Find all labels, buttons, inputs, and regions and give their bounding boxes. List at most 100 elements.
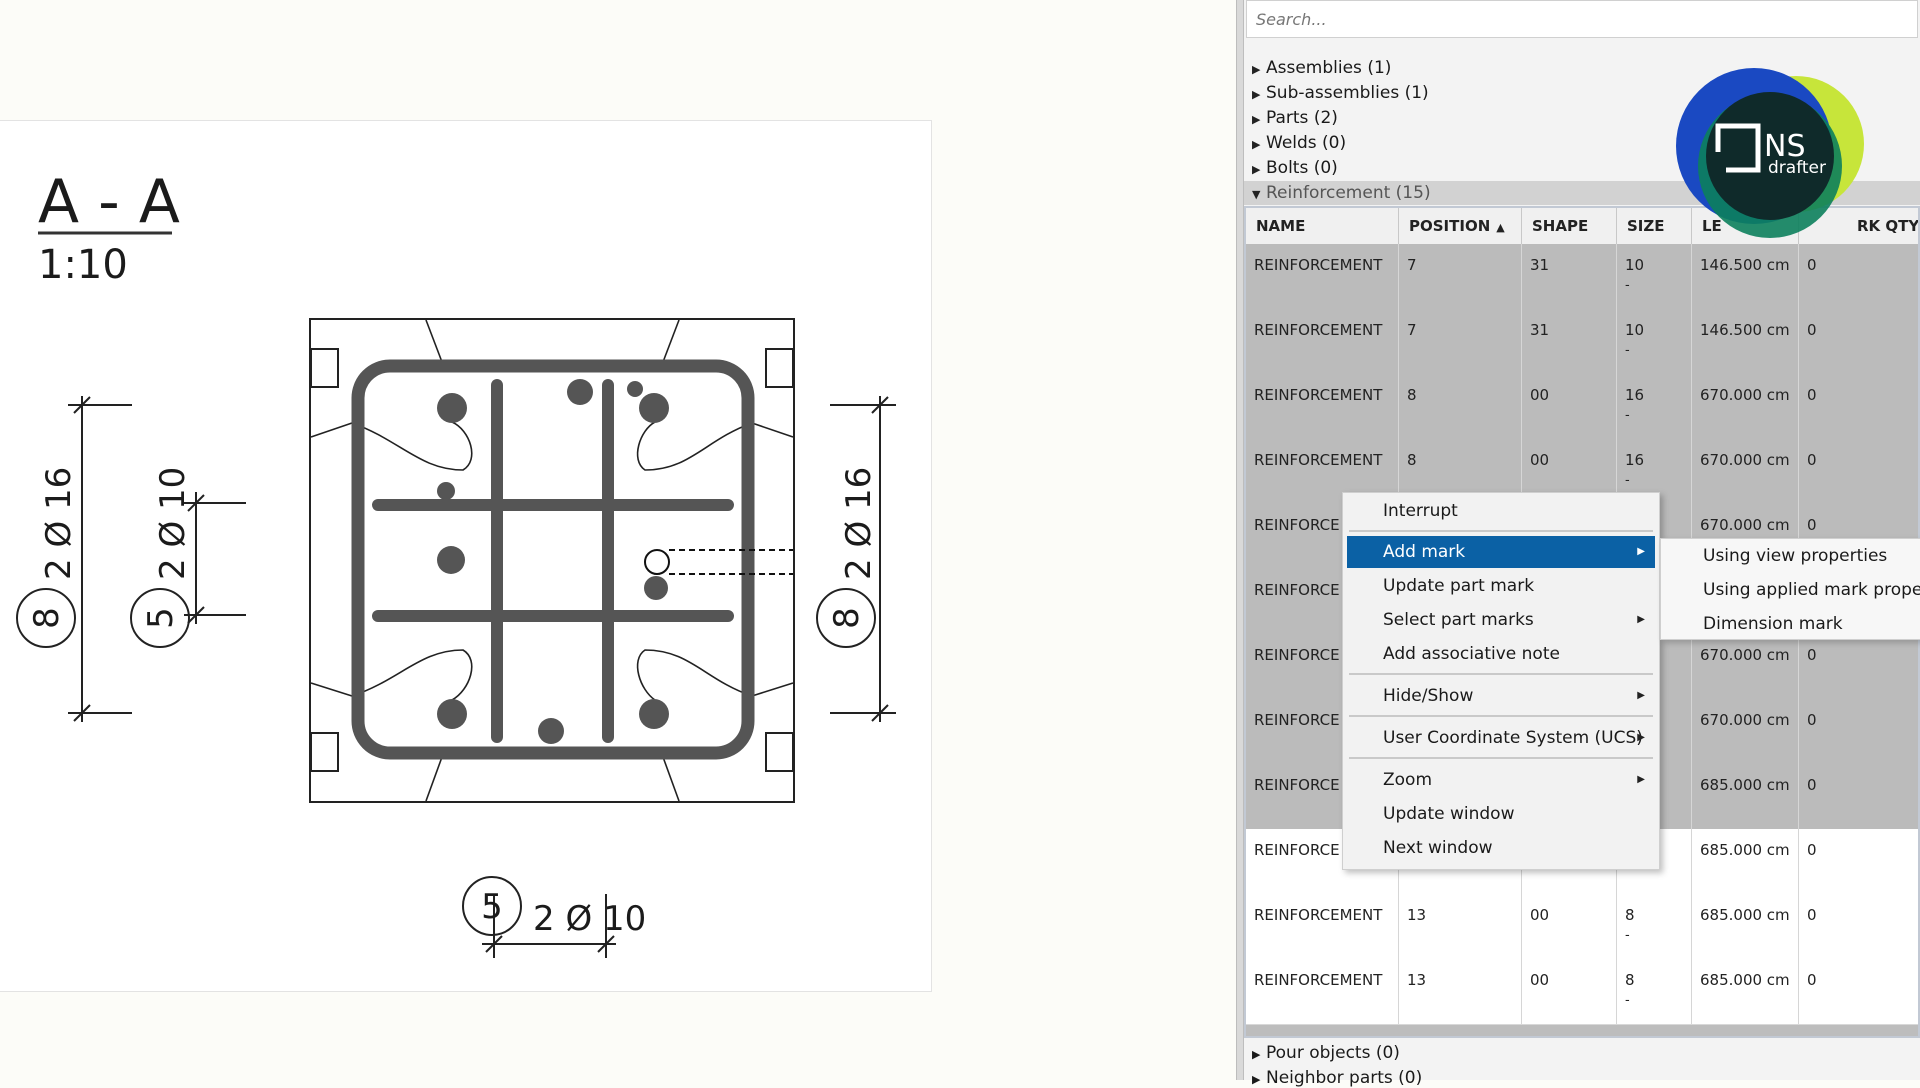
section-scale: 1:10 bbox=[38, 242, 128, 288]
submenu-arrow-icon: ▶ bbox=[1637, 774, 1645, 785]
menu-item-update-window[interactable]: Update window bbox=[1347, 798, 1655, 830]
dim-left-outer-position: 8 bbox=[27, 607, 67, 629]
table-cell-name: REINFORCEMENT bbox=[1246, 894, 1399, 959]
table-cell-length: 670.000 cm bbox=[1692, 699, 1799, 764]
dim-left-inner-text: 2 Ø 10 bbox=[153, 467, 193, 580]
table-cell-shape: 31 bbox=[1522, 244, 1617, 309]
expand-arrow-icon[interactable]: ▶ bbox=[1252, 1048, 1266, 1061]
submenu-arrow-icon: ▶ bbox=[1637, 732, 1645, 743]
collapse-arrow-icon[interactable]: ▼ bbox=[1252, 183, 1266, 207]
selected-rebar[interactable] bbox=[644, 549, 670, 575]
column-header-position[interactable]: POSITION ▲ bbox=[1399, 208, 1522, 244]
table-cell-qty: 0 bbox=[1799, 634, 1918, 699]
table-cell-qty: 0 bbox=[1799, 439, 1918, 504]
table-cell-size: 8- bbox=[1617, 894, 1692, 959]
table-cell-qty: 0 bbox=[1799, 764, 1918, 829]
menu-item-add-associative-note[interactable]: Add associative note bbox=[1347, 638, 1655, 670]
table-row[interactable]: REINFORCEMENT 8 00 16-670.000 cm 0 bbox=[1246, 374, 1918, 440]
column-header-shape[interactable]: SHAPE bbox=[1522, 208, 1617, 244]
table-cell-length: 670.000 cm bbox=[1692, 374, 1799, 439]
menu-item-next-window[interactable]: Next window bbox=[1347, 832, 1655, 864]
table-cell-name: REINFORCEMENT bbox=[1246, 959, 1399, 1024]
dim-left-inner-position: 5 bbox=[141, 607, 181, 629]
expand-arrow-icon[interactable]: ▶ bbox=[1252, 133, 1266, 157]
corner-block-bl bbox=[310, 732, 339, 772]
sort-ascending-icon: ▲ bbox=[1496, 221, 1505, 234]
dim-right-text: 2 Ø 16 bbox=[839, 467, 879, 580]
menu-item-update-part-mark[interactable]: Update part mark bbox=[1347, 570, 1655, 602]
expand-arrow-icon[interactable]: ▶ bbox=[1252, 108, 1266, 132]
table-cell-qty: 0 bbox=[1799, 829, 1918, 894]
corner-block-br bbox=[765, 732, 794, 772]
corner-block-tr bbox=[765, 348, 794, 388]
table-row[interactable]: REINFORCEMENT 7 31 10-146.500 cm 0 bbox=[1246, 309, 1918, 375]
table-cell-qty: 0 bbox=[1799, 959, 1918, 1024]
ns-drafter-logo: NS drafter bbox=[1676, 68, 1864, 238]
dim-bottom-text: 2 Ø 10 bbox=[533, 899, 646, 939]
search-input[interactable]: Search... bbox=[1246, 0, 1918, 38]
table-cell-name: REINFORCEMENT bbox=[1246, 374, 1399, 439]
table-row[interactable]: REINFORCEMENT 13 00 8-685.000 cm 0 bbox=[1246, 894, 1918, 960]
expand-arrow-icon[interactable]: ▶ bbox=[1252, 158, 1266, 182]
table-cell-length: 146.500 cm bbox=[1692, 244, 1799, 309]
tree-item-assemblies[interactable]: ▶ Assemblies (1) bbox=[1252, 56, 1391, 80]
tree-item-sub-assemblies[interactable]: ▶ Sub-assemblies (1) bbox=[1252, 81, 1429, 105]
table-row[interactable]: REINFORCEMENT 7 31 10-146.500 cm 0 bbox=[1246, 244, 1918, 310]
tree-item-parts[interactable]: ▶ Parts (2) bbox=[1252, 106, 1338, 130]
submenu-item-using-applied-mark-properties[interactable]: Using applied mark proper bbox=[1661, 573, 1920, 607]
stirrup bbox=[351, 359, 755, 760]
section-drawing[interactable]: A - A 1:10 2 Ø 16 8 2 Ø 10 5 2 Ø 16 8 5 … bbox=[0, 0, 1236, 1080]
table-cell-shape: 31 bbox=[1522, 309, 1617, 374]
menu-item-add-mark[interactable]: Add mark ▶ bbox=[1347, 536, 1655, 568]
table-row[interactable]: REINFORCEMENT 13 00 8-685.000 cm 0 bbox=[1246, 959, 1918, 1025]
table-cell-qty: 0 bbox=[1799, 374, 1918, 439]
dim-right-position: 8 bbox=[827, 607, 867, 629]
table-cell-size: 8- bbox=[1617, 959, 1692, 1024]
inner-bars bbox=[372, 379, 734, 743]
tree-item-welds[interactable]: ▶ Welds (0) bbox=[1252, 131, 1346, 155]
table-cell-shape: 00 bbox=[1522, 374, 1617, 439]
table-cell-length: 685.000 cm bbox=[1692, 829, 1799, 894]
menu-separator bbox=[1349, 757, 1653, 759]
submenu-item-using-view-properties[interactable]: Using view properties bbox=[1661, 539, 1920, 573]
submenu-arrow-icon: ▶ bbox=[1637, 546, 1645, 557]
table-cell-length: 146.500 cm bbox=[1692, 309, 1799, 374]
expand-arrow-icon[interactable]: ▶ bbox=[1252, 83, 1266, 107]
table-cell-size: 10- bbox=[1617, 244, 1692, 309]
logo-sub: drafter bbox=[1768, 158, 1826, 178]
table-cell-length: 670.000 cm bbox=[1692, 634, 1799, 699]
tree-item-pour-objects[interactable]: ▶ Pour objects (0) bbox=[1252, 1043, 1400, 1063]
tree-item-neighbor-parts[interactable]: ▶ Neighbor parts (0) bbox=[1252, 1068, 1422, 1088]
table-cell-position: 7 bbox=[1399, 309, 1522, 374]
table-cell-length: 670.000 cm bbox=[1692, 439, 1799, 504]
rebar-dots bbox=[437, 379, 669, 744]
table-cell-qty: 0 bbox=[1799, 699, 1918, 764]
menu-item-ucs[interactable]: User Coordinate System (UCS) ▶ bbox=[1347, 722, 1655, 754]
table-cell-name: REINFORCEMENT bbox=[1246, 309, 1399, 374]
menu-item-hide-show[interactable]: Hide/Show ▶ bbox=[1347, 680, 1655, 712]
section-title: A - A bbox=[38, 167, 180, 237]
corner-block-tl bbox=[310, 348, 339, 388]
menu-item-zoom[interactable]: Zoom ▶ bbox=[1347, 764, 1655, 796]
table-cell-shape: 00 bbox=[1522, 959, 1617, 1024]
table-cell-size: 10- bbox=[1617, 309, 1692, 374]
drawing-canvas[interactable]: A - A 1:10 2 Ø 16 8 2 Ø 10 5 2 Ø 16 8 5 … bbox=[0, 0, 1236, 1080]
table-cell-length: 685.000 cm bbox=[1692, 764, 1799, 829]
menu-item-select-part-marks[interactable]: Select part marks ▶ bbox=[1347, 604, 1655, 636]
table-cell-name: REINFORCEMENT bbox=[1246, 244, 1399, 309]
table-cell-position: 7 bbox=[1399, 244, 1522, 309]
pane-splitter[interactable] bbox=[1236, 0, 1244, 1080]
expand-arrow-icon[interactable]: ▶ bbox=[1252, 58, 1266, 82]
table-cell-size: 16- bbox=[1617, 374, 1692, 439]
table-cell-position: 13 bbox=[1399, 894, 1522, 959]
tree-item-bolts[interactable]: ▶ Bolts (0) bbox=[1252, 156, 1338, 180]
submenu-item-dimension-mark[interactable]: Dimension mark bbox=[1661, 607, 1920, 639]
submenu-arrow-icon: ▶ bbox=[1637, 690, 1645, 701]
menu-item-interrupt[interactable]: Interrupt bbox=[1347, 495, 1655, 527]
table-cell-qty: 0 bbox=[1799, 894, 1918, 959]
table-cell-length: 685.000 cm bbox=[1692, 959, 1799, 1024]
table-cell-qty: 0 bbox=[1799, 244, 1918, 309]
table-cell-length: 685.000 cm bbox=[1692, 894, 1799, 959]
context-menu: Interrupt Add mark ▶ Update part mark Sel… bbox=[1342, 492, 1660, 870]
column-header-name[interactable]: NAME bbox=[1246, 208, 1399, 244]
